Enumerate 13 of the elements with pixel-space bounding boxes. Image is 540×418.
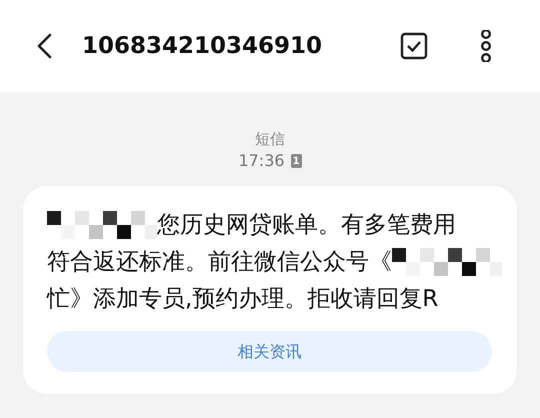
more-icon [478, 30, 494, 62]
checkbox-icon [400, 32, 428, 60]
message-type-label: 短信 [255, 129, 285, 150]
message-time: 17:36 [238, 150, 285, 172]
related-info-button[interactable]: 相关资讯 [47, 331, 492, 372]
message-text: 您历史网贷账单。有多笔费用 [157, 210, 456, 240]
back-icon [36, 33, 52, 59]
more-button[interactable] [478, 30, 494, 62]
message-text: 符合返还标准。前往微信公众号《 [47, 248, 392, 276]
select-button[interactable] [400, 32, 428, 60]
sim-badge: 1 [290, 154, 302, 168]
sender-number: 106834210346910 [82, 32, 324, 61]
message-text: 忙》添加专员,预约办理。拒收请回复R [47, 284, 438, 314]
